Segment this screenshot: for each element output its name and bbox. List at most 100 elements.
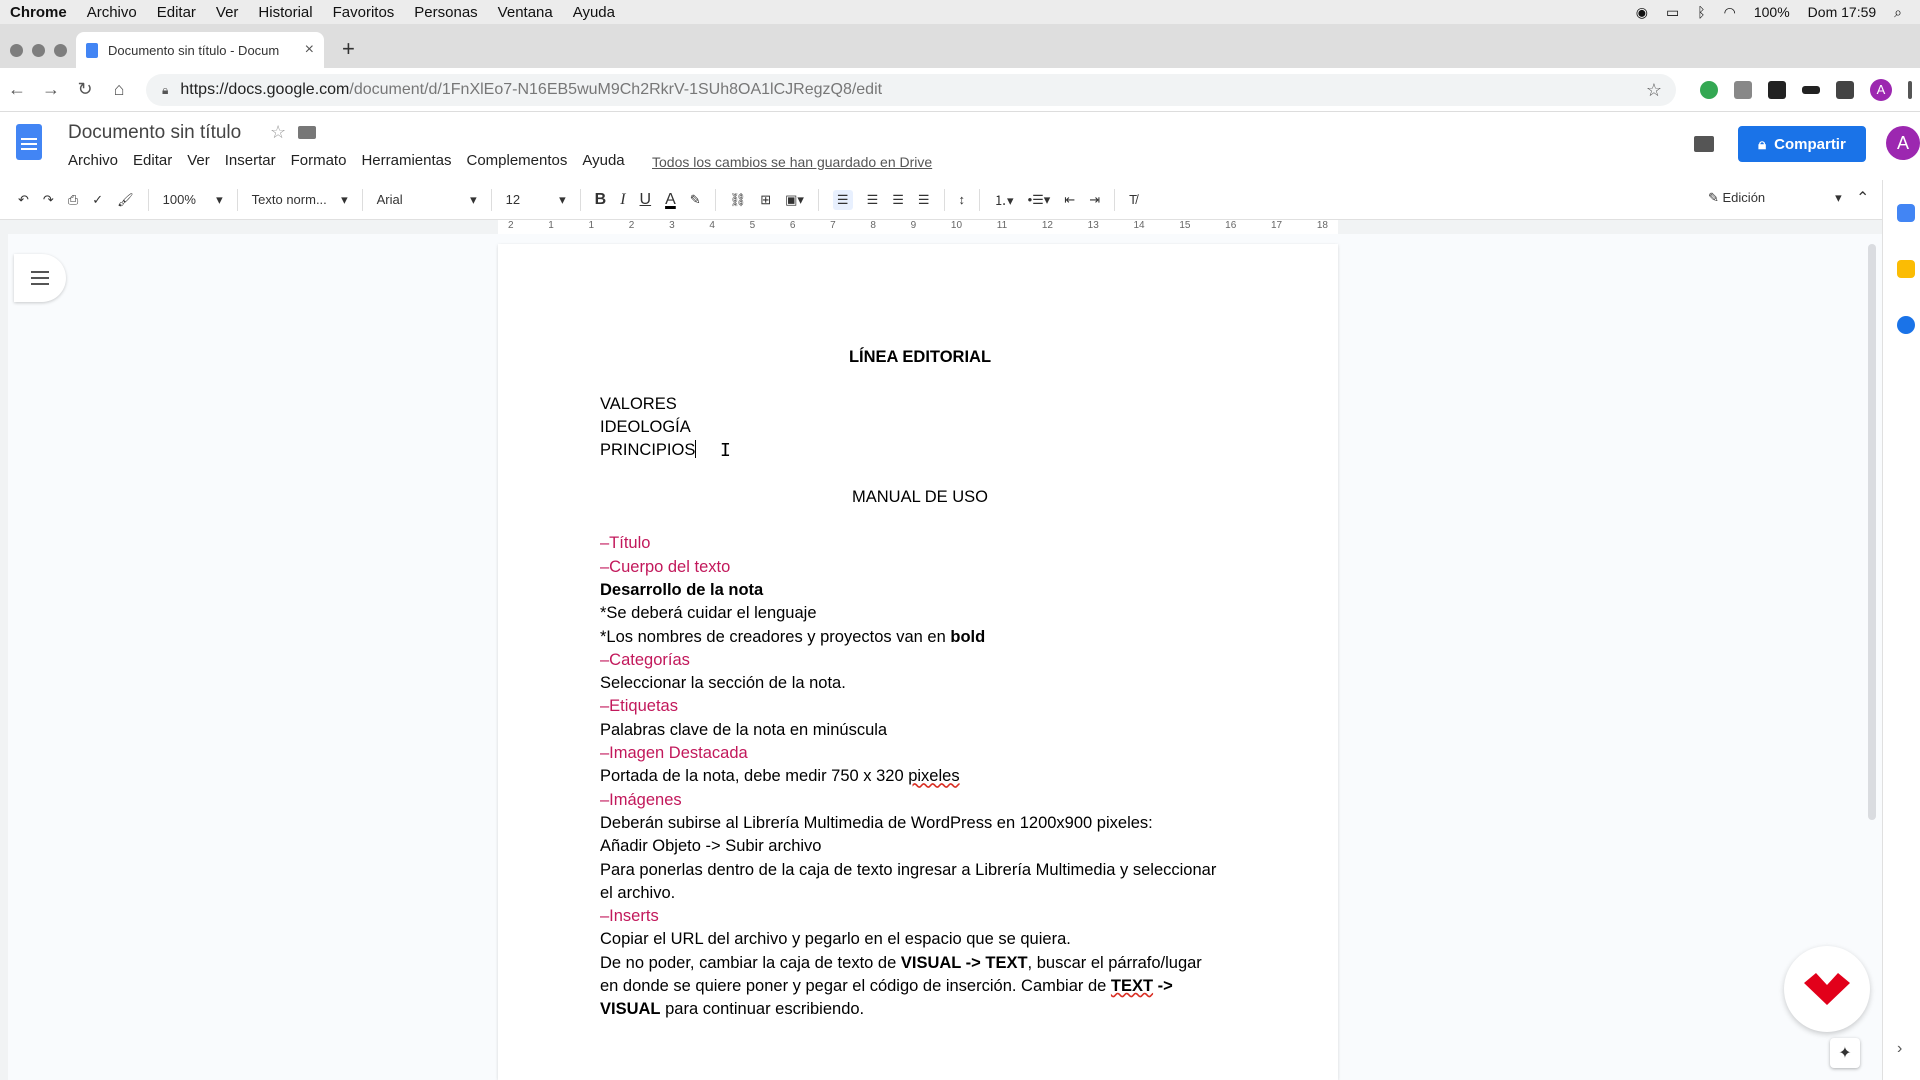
collapse-menus-icon[interactable]: ⌃ (1856, 188, 1869, 208)
increase-indent-icon[interactable]: ⇥ (1089, 192, 1100, 208)
save-status[interactable]: Todos los cambios se han guardado en Dri… (652, 154, 932, 170)
highlight-icon[interactable]: ✎ (690, 192, 701, 208)
editing-mode-select[interactable]: ✎ Edición ▾ (1708, 190, 1842, 206)
link-icon[interactable]: ⛓︎ (730, 192, 747, 208)
align-right-icon[interactable]: ☰ (892, 192, 904, 208)
redo-icon[interactable]: ↷ (43, 192, 54, 208)
airplay-icon[interactable]: ▭ (1666, 4, 1679, 21)
misspelled-word[interactable]: pixeles (908, 767, 959, 785)
document-outline-button[interactable] (14, 254, 66, 302)
font-select[interactable]: Arial ▾ (377, 192, 477, 208)
back-button[interactable]: ← (0, 79, 34, 100)
menu-favoritos[interactable]: Favoritos (333, 4, 395, 21)
misspelled-word[interactable]: TEXT (1111, 977, 1153, 995)
docs-menu-ayuda[interactable]: Ayuda (582, 152, 624, 169)
zoom-window-button[interactable] (54, 44, 67, 57)
wifi-icon[interactable]: ◠ (1724, 4, 1736, 21)
docs-menu-archivo[interactable]: Archivo (68, 152, 118, 169)
decrease-indent-icon[interactable]: ⇤ (1064, 192, 1075, 208)
docs-favicon-icon (86, 42, 98, 58)
docs-menu-editar[interactable]: Editar (133, 152, 172, 169)
undo-icon[interactable]: ↶ (18, 192, 29, 208)
underline-button[interactable]: U (640, 191, 652, 209)
extension-camera-icon[interactable] (1768, 81, 1786, 99)
battery-status[interactable]: 100% (1754, 4, 1790, 20)
docs-menu-formato[interactable]: Formato (291, 152, 347, 169)
align-left-icon[interactable]: ☰ (832, 189, 853, 210)
line-spacing-icon[interactable]: ↕ (959, 192, 966, 207)
clear-formatting-icon[interactable]: T̸ (1129, 192, 1137, 207)
extension-bar-icon[interactable] (1802, 86, 1820, 94)
extension-facebook-icon[interactable] (1836, 81, 1854, 99)
profile-avatar[interactable]: A (1870, 79, 1892, 101)
bold-button[interactable]: B (595, 191, 607, 209)
document-body[interactable]: LÍNEA EDITORIAL VALORES IDEOLOGÍA PRINCI… (600, 346, 1240, 1022)
spotlight-search-icon[interactable]: ⌕ (1894, 4, 1902, 21)
reload-button[interactable]: ↻ (68, 79, 102, 100)
close-window-button[interactable] (10, 44, 23, 57)
comments-icon[interactable] (1694, 136, 1714, 152)
close-tab-icon[interactable]: × (305, 41, 314, 59)
docs-menu-herramientas[interactable]: Herramientas (361, 152, 451, 169)
menu-archivo[interactable]: Archivo (87, 4, 137, 21)
align-center-icon[interactable]: ☰ (867, 192, 879, 208)
docs-menu-complementos[interactable]: Complementos (466, 152, 567, 169)
vertical-scrollbar[interactable] (1868, 244, 1876, 820)
home-button[interactable]: ⌂ (102, 79, 136, 100)
expand-panel-icon[interactable]: › (1897, 1040, 1902, 1058)
docs-menu-ver[interactable]: Ver (187, 152, 210, 169)
menu-personas[interactable]: Personas (414, 4, 477, 21)
italic-button[interactable]: I (620, 191, 625, 209)
ruler-scale[interactable]: 2 1 1 2 3 4 5 6 7 8 9 10 11 12 13 14 15 16 17 18 (498, 220, 1338, 234)
bookmark-star-icon[interactable]: ☆ (1646, 80, 1662, 101)
move-folder-icon[interactable] (298, 126, 316, 139)
record-icon[interactable]: ◉ (1636, 4, 1648, 21)
calendar-icon[interactable] (1897, 204, 1915, 222)
document-title[interactable]: Documento sin título (68, 122, 241, 144)
account-avatar[interactable]: A (1886, 126, 1920, 160)
spellcheck-icon[interactable]: ✓ (92, 192, 103, 208)
zoom-select[interactable]: 100% ▾ (163, 192, 223, 208)
text-line: Para ponerlas dentro de la caja de texto… (600, 860, 1217, 879)
text-color-button[interactable]: A (665, 191, 676, 209)
tasks-icon[interactable] (1897, 316, 1915, 334)
add-comment-icon[interactable]: ⊞ (760, 192, 771, 208)
menu-ver[interactable]: Ver (216, 4, 239, 21)
docs-logo-icon[interactable] (16, 124, 42, 160)
explore-button[interactable]: ✦ (1830, 1038, 1860, 1068)
divider (147, 188, 149, 211)
floating-brand-logo[interactable] (1784, 946, 1870, 1032)
url-field[interactable]: 🔒︎ https://docs.google.com/document/d/1F… (146, 74, 1676, 106)
keep-icon[interactable] (1897, 260, 1915, 278)
new-tab-button[interactable]: + (342, 36, 355, 62)
bluetooth-icon[interactable]: ᛒ (1697, 4, 1705, 20)
style-select[interactable]: Texto norm... ▾ (252, 192, 348, 208)
app-menu[interactable]: Chrome (10, 4, 67, 21)
menu-historial[interactable]: Historial (258, 4, 312, 21)
menu-ayuda[interactable]: Ayuda (573, 4, 615, 21)
lock-icon[interactable]: 🔒︎ (162, 83, 168, 98)
menu-editar[interactable]: Editar (157, 4, 196, 21)
insert-image-icon[interactable]: ▣▾ (785, 192, 804, 208)
numbered-list-icon[interactable]: ⒈▾ (994, 190, 1014, 209)
minimize-window-button[interactable] (32, 44, 45, 57)
browser-tab[interactable]: Documento sin título - Docum × (76, 32, 324, 68)
font-size-select[interactable]: 12 ▾ (506, 192, 566, 208)
menu-ventana[interactable]: Ventana (498, 4, 553, 21)
paint-format-icon[interactable]: 🖌︎ (117, 192, 134, 208)
align-justify-icon[interactable]: ☰ (918, 192, 930, 208)
star-icon[interactable]: ☆ (270, 122, 286, 143)
extension-skype-icon[interactable] (1734, 81, 1752, 99)
divider (490, 188, 492, 211)
print-icon[interactable]: ⎙ (68, 192, 78, 208)
text-run: *Los nombres de creadores y proyectos va… (600, 627, 951, 646)
docs-menubar: Archivo Editar Ver Insertar Formato Herr… (68, 152, 625, 169)
bulleted-list-icon[interactable]: •☰▾ (1028, 192, 1051, 208)
share-button[interactable]: 🔒︎ Compartir (1738, 126, 1866, 162)
browser-menu-icon[interactable] (1908, 81, 1912, 99)
forward-button[interactable]: → (34, 79, 68, 100)
clock[interactable]: Dom 17:59 (1808, 4, 1876, 20)
document-page[interactable]: LÍNEA EDITORIAL VALORES IDEOLOGÍA PRINCI… (498, 244, 1338, 1080)
docs-menu-insertar[interactable]: Insertar (225, 152, 276, 169)
extension-grammarly-icon[interactable] (1700, 81, 1718, 99)
